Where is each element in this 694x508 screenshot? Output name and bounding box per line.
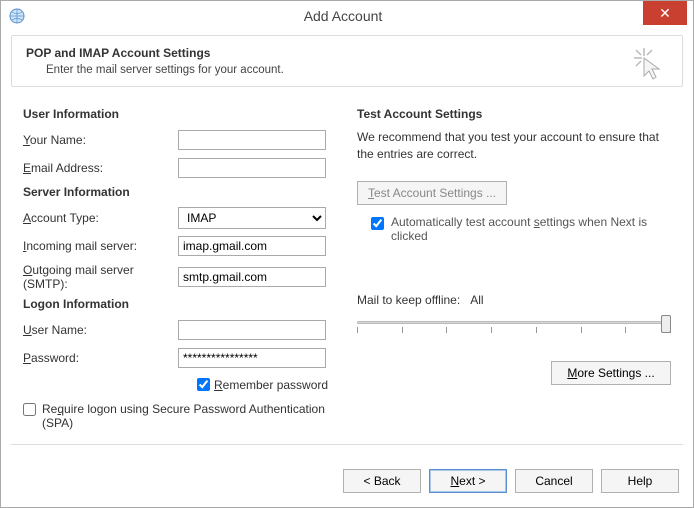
outgoing-server-input[interactable] <box>178 267 326 287</box>
logon-info-heading: Logon Information <box>23 297 337 311</box>
offline-slider[interactable] <box>357 313 671 343</box>
email-input[interactable] <box>178 158 326 178</box>
user-info-heading: User Information <box>23 107 337 121</box>
offline-section: Mail to keep offline: All <box>357 293 671 343</box>
left-column: User Information Your Name: Email Addres… <box>23 101 337 430</box>
remember-password-checkbox[interactable] <box>197 378 210 391</box>
globe-icon <box>9 8 25 24</box>
more-settings-button[interactable]: More Settings ... <box>551 361 671 385</box>
add-account-window: Add Account ✕ POP and IMAP Account Setti… <box>0 0 694 508</box>
close-button[interactable]: ✕ <box>643 1 687 25</box>
page-title: POP and IMAP Account Settings <box>26 46 668 60</box>
test-settings-heading: Test Account Settings <box>357 107 671 121</box>
next-button[interactable]: Next > <box>429 469 507 493</box>
content-area: User Information Your Name: Email Addres… <box>1 87 693 430</box>
password-label: Password: <box>23 351 178 365</box>
username-label: User Name: <box>23 323 178 337</box>
auto-test-label: Automatically test account settings when… <box>391 215 671 243</box>
outgoing-server-label: Outgoing mail server (SMTP): <box>23 263 178 291</box>
your-name-label: Your Name: <box>23 133 178 147</box>
window-title: Add Account <box>33 8 693 24</box>
username-input[interactable] <box>178 320 326 340</box>
back-button[interactable]: < Back <box>343 469 421 493</box>
incoming-server-input[interactable] <box>178 236 326 256</box>
spa-label: Require logon using Secure Password Auth… <box>42 402 337 430</box>
remember-password-label: Remember password <box>214 378 328 392</box>
test-account-button[interactable]: Test Account Settings ... <box>357 181 507 205</box>
password-input[interactable] <box>178 348 326 368</box>
right-column: Test Account Settings We recommend that … <box>357 101 671 430</box>
help-button[interactable]: Help <box>601 469 679 493</box>
page-subtitle: Enter the mail server settings for your … <box>46 64 668 76</box>
footer-buttons: < Back Next > Cancel Help <box>343 469 679 493</box>
cancel-button[interactable]: Cancel <box>515 469 593 493</box>
server-info-heading: Server Information <box>23 185 337 199</box>
footer-separator <box>11 444 683 445</box>
close-icon: ✕ <box>659 6 671 20</box>
slider-thumb[interactable] <box>661 315 671 333</box>
incoming-server-label: Incoming mail server: <box>23 239 178 253</box>
offline-label: Mail to keep offline: All <box>357 293 671 307</box>
slider-ticks <box>357 327 671 333</box>
auto-test-checkbox[interactable] <box>371 217 384 230</box>
cursor-star-icon <box>632 46 668 85</box>
test-settings-desc: We recommend that you test your account … <box>357 129 671 163</box>
header-panel: POP and IMAP Account Settings Enter the … <box>11 35 683 87</box>
titlebar: Add Account ✕ <box>1 1 693 31</box>
account-type-label: Account Type: <box>23 211 178 225</box>
account-type-select[interactable]: IMAP <box>178 207 326 229</box>
spa-checkbox[interactable] <box>23 403 36 416</box>
email-label: Email Address: <box>23 161 178 175</box>
slider-track <box>357 321 671 324</box>
offline-value: All <box>470 293 483 307</box>
your-name-input[interactable] <box>178 130 326 150</box>
